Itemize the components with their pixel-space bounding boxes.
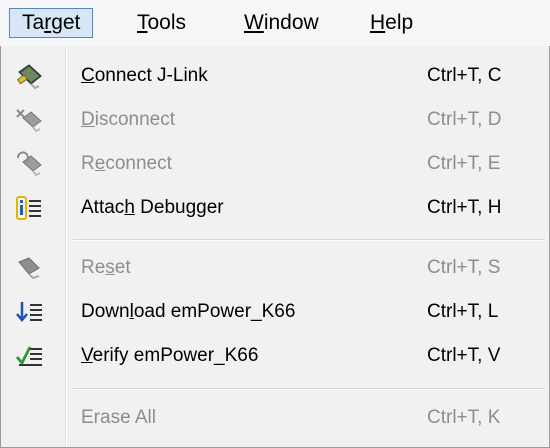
shortcut-disconnect: Ctrl+T, D bbox=[427, 109, 502, 130]
menu-item-attach-debugger[interactable]: Attach Debugger Ctrl+T, H bbox=[1, 186, 549, 230]
shortcut-download: Ctrl+T, L bbox=[427, 301, 499, 322]
menu-help[interactable]: Help bbox=[358, 8, 425, 38]
menu-separator bbox=[73, 388, 545, 390]
attach-debugger-icon bbox=[15, 194, 45, 222]
verify-icon bbox=[15, 342, 45, 370]
menu-item-connect-jlink[interactable]: Connect J-Link Ctrl+T, C bbox=[1, 54, 549, 98]
menu-item-verify[interactable]: Verify emPower_K66 Ctrl+T, V bbox=[1, 334, 549, 378]
shortcut-attach-debugger: Ctrl+T, H bbox=[427, 197, 502, 218]
menu-window[interactable]: Window bbox=[232, 8, 331, 38]
erase-all-icon bbox=[15, 404, 45, 432]
menu-bar: Target Tools Window Help bbox=[0, 0, 550, 47]
connect-jlink-icon bbox=[15, 62, 45, 90]
shortcut-verify: Ctrl+T, V bbox=[427, 345, 501, 366]
shortcut-connect: Ctrl+T, C bbox=[427, 65, 502, 86]
shortcut-erase-all: Ctrl+T, K bbox=[427, 407, 501, 428]
menu-item-reset[interactable]: Reset Ctrl+T, S bbox=[1, 246, 549, 290]
shortcut-reset: Ctrl+T, S bbox=[427, 257, 501, 278]
menu-item-reconnect[interactable]: Reconnect Ctrl+T, E bbox=[1, 142, 549, 186]
reset-icon bbox=[15, 254, 45, 282]
menu-tools[interactable]: Tools bbox=[125, 8, 198, 38]
menu-item-download[interactable]: Download emPower_K66 Ctrl+T, L bbox=[1, 290, 549, 334]
menu-target[interactable]: Target bbox=[9, 8, 94, 38]
menu-item-disconnect[interactable]: Disconnect Ctrl+T, D bbox=[1, 98, 549, 142]
download-icon bbox=[15, 298, 45, 326]
target-dropdown-menu: Connect J-Link Ctrl+T, C Disconnect Ctrl… bbox=[0, 46, 550, 448]
disconnect-icon bbox=[15, 106, 45, 134]
menu-item-erase-all[interactable]: Erase All Ctrl+T, K bbox=[1, 396, 549, 440]
reconnect-icon bbox=[15, 150, 45, 178]
shortcut-reconnect: Ctrl+T, E bbox=[427, 153, 501, 174]
menu-separator bbox=[73, 239, 545, 241]
